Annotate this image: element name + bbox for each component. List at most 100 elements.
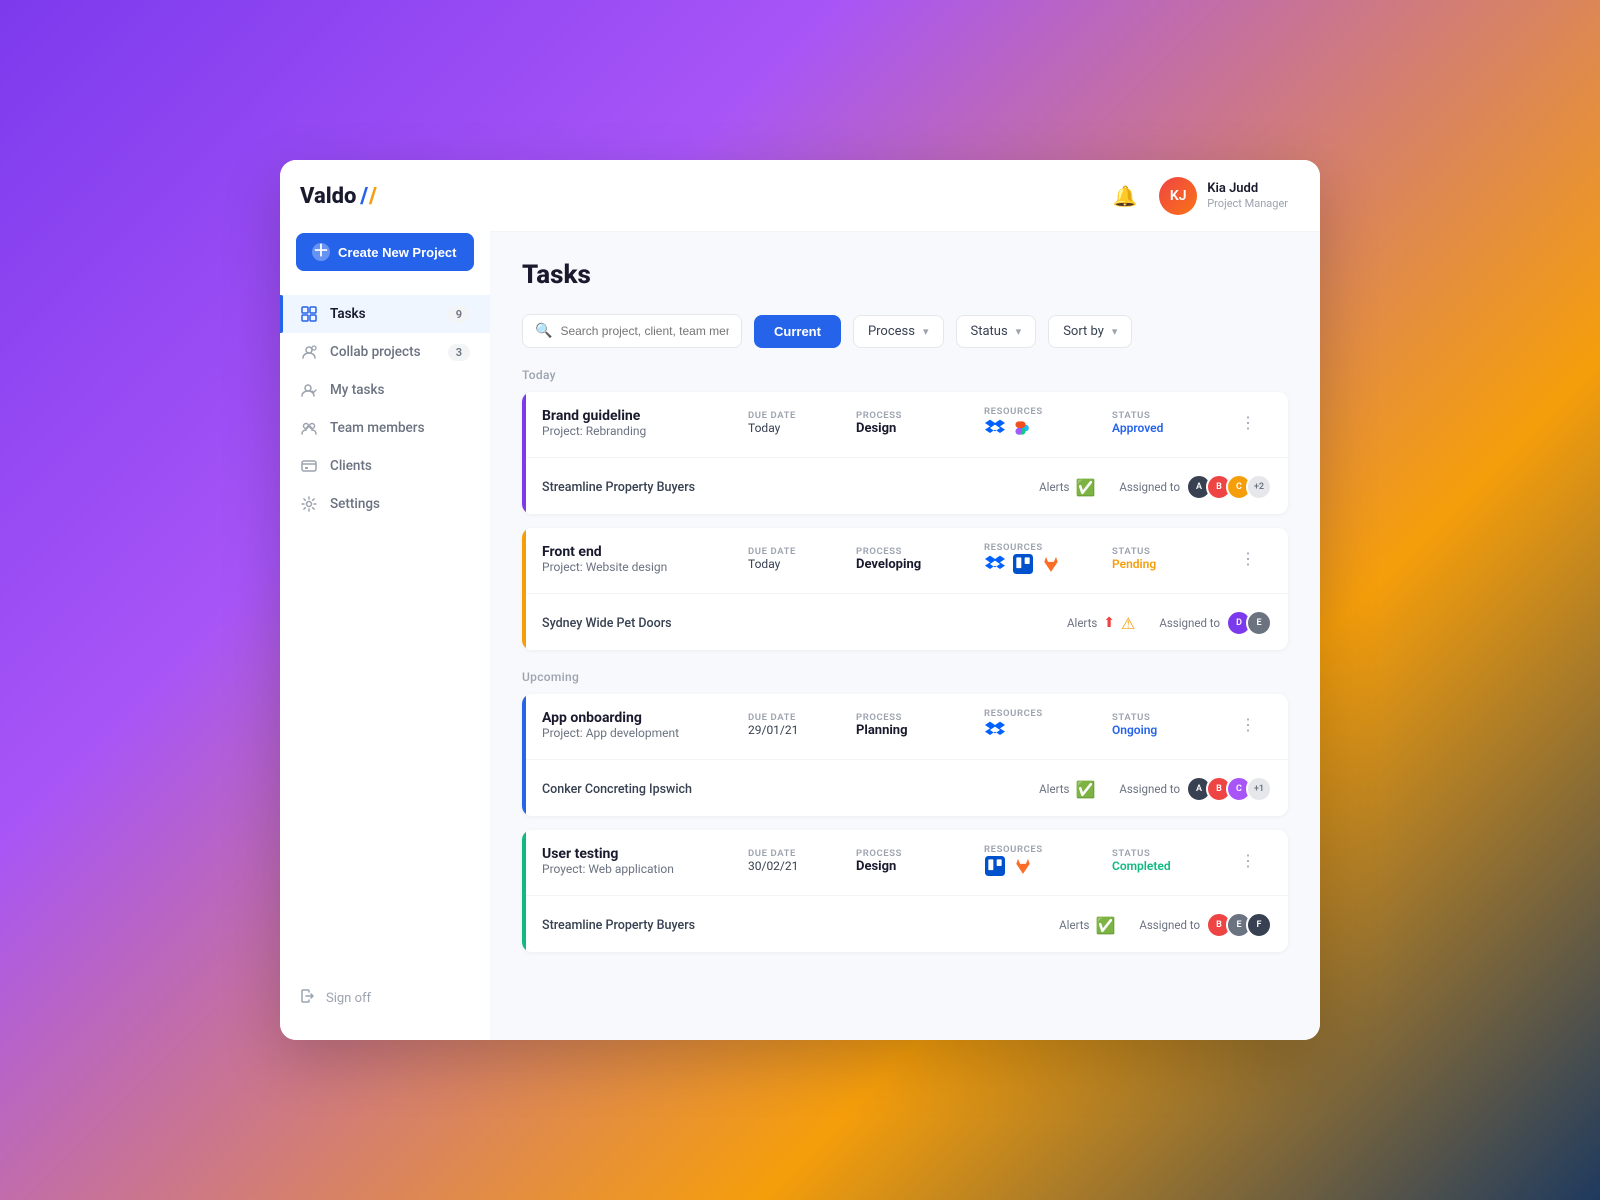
task-title: Brand guideline [542, 408, 740, 424]
client-name: Streamline Property Buyers [542, 918, 1059, 933]
gitlab-icon [1012, 855, 1034, 877]
status-header: STATUS [1112, 712, 1232, 723]
app-container: Valdo / / ＋ Create New Project Tasks 9 [280, 160, 1320, 1040]
resources-header: RESOURCES [984, 542, 1104, 553]
notification-bell[interactable]: 🔔 [1107, 178, 1143, 214]
task-title-cell: Brand guideline Project: Rebranding [542, 408, 740, 438]
sidebar-item-collab[interactable]: Collab projects 3 [280, 333, 490, 371]
more-options-button[interactable]: ⋮ [1240, 549, 1272, 568]
alerts-section: Alerts ✅ [1059, 916, 1115, 935]
task-card-inner: Front end Project: Website design DUE DA… [522, 528, 1288, 650]
process-header: PROCESS [856, 848, 976, 859]
section-label: Today [522, 368, 1288, 382]
page-title: Tasks [522, 260, 1288, 290]
process-header-cell: PROCESS Planning [856, 712, 976, 738]
sortby-chevron-icon: ▾ [1112, 325, 1118, 338]
sidebar-item-team[interactable]: Team members [280, 409, 490, 447]
task-card: Brand guideline Project: Rebranding DUE … [522, 392, 1288, 514]
sidebar-item-label-tasks: Tasks [330, 306, 366, 322]
assigned-section: Assigned to ABC+2 [1119, 474, 1272, 500]
alert-check-icon: ✅ [1095, 916, 1115, 935]
due-date-header: DUE DATE [748, 410, 848, 421]
task-title: Front end [542, 544, 740, 560]
sidebar-item-label-mytasks: My tasks [330, 382, 384, 398]
collab-badge: 3 [448, 344, 470, 361]
sidebar-item-clients[interactable]: Clients [280, 447, 490, 485]
team-icon [300, 419, 318, 437]
task-project: Project: App development [542, 726, 740, 740]
status-header: STATUS [1112, 848, 1232, 859]
process-header: PROCESS [856, 410, 976, 421]
resources-header-cell: RESOURCES [984, 708, 1104, 741]
status-header-cell: STATUS Ongoing [1112, 712, 1232, 737]
tasks-badge: 9 [448, 306, 470, 323]
assigned-to-label: Assigned to [1119, 782, 1180, 796]
logo-text: Valdo [300, 184, 356, 209]
current-filter-button[interactable]: Current [754, 315, 841, 348]
status-value: Pending [1112, 557, 1232, 571]
alerts-section: Alerts ✅ [1039, 478, 1095, 497]
resources-row [984, 855, 1104, 877]
dropbox-icon [984, 553, 1006, 575]
signoff-icon [300, 988, 316, 1008]
plus-icon: ＋ [312, 243, 330, 261]
more-options-button[interactable]: ⋮ [1240, 413, 1272, 432]
status-chevron-icon: ▾ [1016, 325, 1022, 338]
more-options-button[interactable]: ⋮ [1240, 715, 1272, 734]
assigned-to-label: Assigned to [1139, 918, 1200, 932]
alerts-label: Alerts [1039, 782, 1069, 796]
alerts-section: Alerts ⬆⚠ [1067, 614, 1135, 633]
process-filter[interactable]: Process ▾ [853, 315, 944, 348]
page-content: Tasks 🔍 Current Process ▾ Status ▾ Sort … [490, 232, 1320, 1040]
task-title-cell: Front end Project: Website design [542, 544, 740, 574]
user-info: KJ Kia Judd Project Manager [1159, 177, 1288, 215]
sidebar-bottom: Sign off [280, 980, 490, 1016]
client-name: Conker Concreting Ipswich [542, 782, 1039, 797]
task-main-row: User testing Proyect: Web application DU… [526, 830, 1288, 887]
tasks-icon [300, 305, 318, 323]
sidebar-item-settings[interactable]: Settings [280, 485, 490, 523]
task-card-inner: Brand guideline Project: Rebranding DUE … [522, 392, 1288, 514]
task-card-inner: User testing Proyect: Web application DU… [522, 830, 1288, 952]
sign-off-label: Sign off [326, 991, 371, 1006]
sections-container: Today Brand guideline Project: Rebrandin… [522, 368, 1288, 952]
resources-header: RESOURCES [984, 708, 1104, 719]
due-date-header-cell: DUE DATE Today [748, 546, 848, 571]
search-icon: 🔍 [535, 323, 552, 339]
assigned-section: Assigned to DE [1159, 610, 1272, 636]
client-name: Streamline Property Buyers [542, 480, 1039, 495]
process-value: Developing [856, 557, 976, 572]
task-main-row: Front end Project: Website design DUE DA… [526, 528, 1288, 585]
alert-check-icon: ✅ [1075, 780, 1095, 799]
resources-header-cell: RESOURCES [984, 406, 1104, 439]
create-project-button[interactable]: ＋ Create New Project [296, 233, 474, 271]
due-date-value: Today [748, 557, 848, 571]
alert-row: Conker Concreting Ipswich Alerts ✅ Assig… [526, 768, 1288, 816]
figma-icon [1012, 417, 1034, 439]
sidebar: Valdo / / ＋ Create New Project Tasks 9 [280, 160, 490, 1040]
more-options-button[interactable]: ⋮ [1240, 851, 1272, 870]
process-header: PROCESS [856, 546, 976, 557]
process-value: Design [856, 421, 976, 436]
sign-off-button[interactable]: Sign off [300, 980, 470, 1016]
sortby-filter[interactable]: Sort by ▾ [1048, 315, 1132, 348]
assigned-to-label: Assigned to [1119, 480, 1180, 494]
due-date-header: DUE DATE [748, 848, 848, 859]
avatar: KJ [1159, 177, 1197, 215]
due-date-header: DUE DATE [748, 712, 848, 723]
status-filter[interactable]: Status ▾ [956, 315, 1037, 348]
task-card: Front end Project: Website design DUE DA… [522, 528, 1288, 650]
status-value: Ongoing [1112, 723, 1232, 737]
search-input[interactable] [560, 324, 729, 338]
sidebar-item-label-team: Team members [330, 420, 425, 436]
sidebar-item-mytasks[interactable]: My tasks [280, 371, 490, 409]
filters-row: 🔍 Current Process ▾ Status ▾ Sort by ▾ [522, 314, 1288, 348]
dropbox-icon [984, 417, 1006, 439]
card-body: Brand guideline Project: Rebranding DUE … [526, 392, 1288, 514]
gitlab-icon [1040, 553, 1062, 575]
dropbox-icon [984, 719, 1006, 741]
sidebar-item-tasks[interactable]: Tasks 9 [280, 295, 490, 333]
card-divider [526, 895, 1288, 896]
process-header: PROCESS [856, 712, 976, 723]
process-header-cell: PROCESS Design [856, 410, 976, 436]
